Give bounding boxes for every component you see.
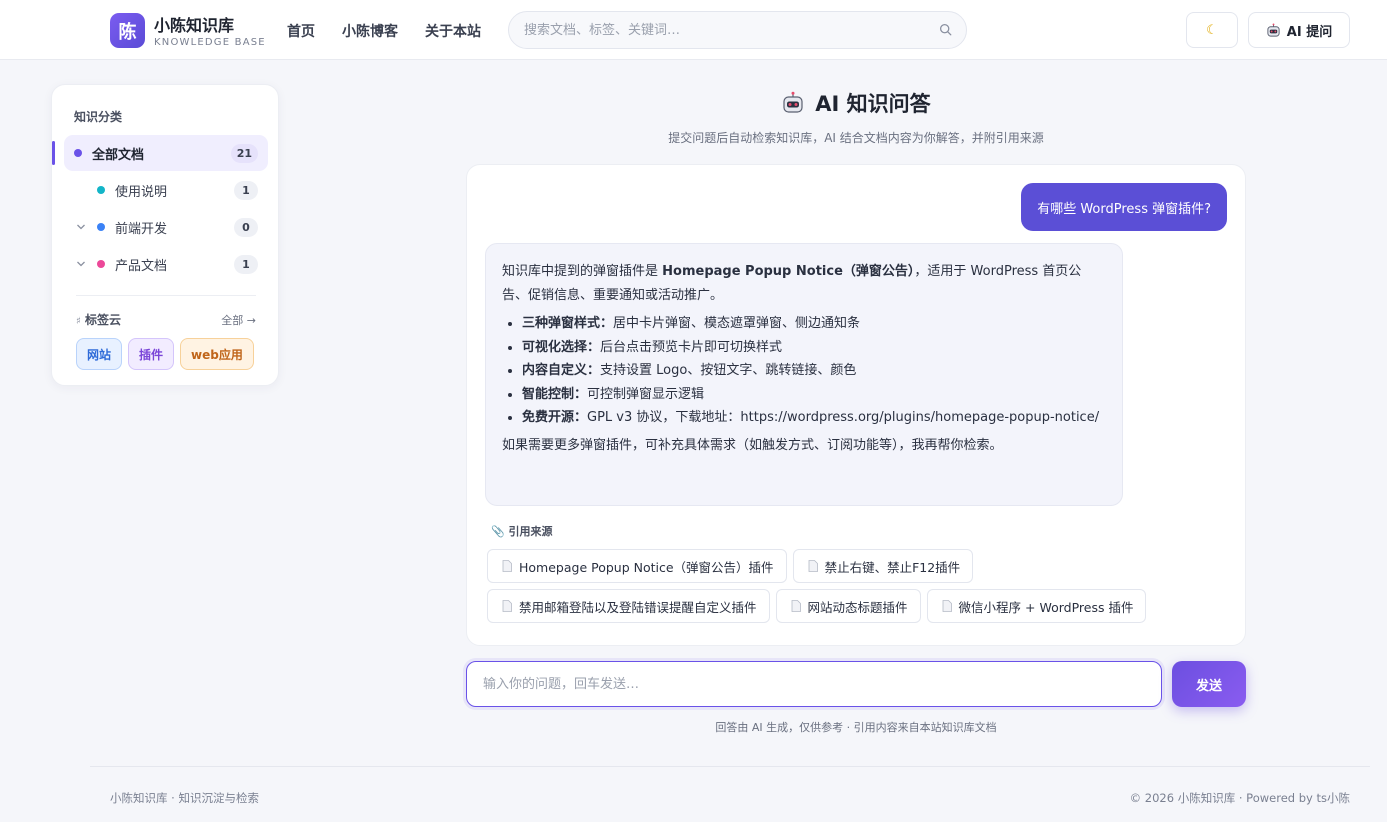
tag-cloud-label: 标签云 bbox=[85, 313, 122, 327]
category-label: 全部文档 bbox=[92, 148, 145, 163]
category-label: 使用说明 bbox=[115, 185, 168, 200]
source-chip-label: 禁止右键、禁止F12插件 bbox=[824, 559, 961, 575]
user-message-bubble: 有哪些 WordPress 弹窗插件? bbox=[1021, 183, 1227, 231]
document-icon bbox=[791, 600, 801, 612]
search-input[interactable] bbox=[508, 11, 967, 49]
search-icon[interactable] bbox=[939, 23, 952, 36]
category-dot bbox=[97, 223, 105, 231]
main-nav: 首页 小陈博客 关于本站 bbox=[287, 21, 481, 41]
footer-right-text: © 2026 小陈知识库 · Powered by ts小陈 bbox=[1129, 791, 1350, 805]
tag-plugin[interactable]: 插件 bbox=[128, 338, 175, 370]
category-dot bbox=[97, 260, 105, 268]
active-indicator bbox=[52, 141, 55, 165]
site-title[interactable]: 小陈知识库 bbox=[154, 12, 234, 36]
source-chip[interactable]: Homepage Popup Notice（弹窗公告）插件 bbox=[487, 549, 787, 583]
ai-answer-bubble: 知识库中提到的弹窗插件是 Homepage Popup Notice（弹窗公告）… bbox=[485, 243, 1123, 506]
paperclip-icon: 📎 bbox=[491, 525, 505, 538]
question-input[interactable] bbox=[466, 661, 1162, 707]
sidebar-title: 知识分类 bbox=[74, 110, 123, 124]
sources-title-label: 引用来源 bbox=[508, 525, 553, 538]
source-chip[interactable]: 禁用邮箱登陆以及登陆错误提醒自定义插件 bbox=[487, 589, 770, 623]
document-icon bbox=[502, 560, 512, 572]
robot-icon bbox=[783, 91, 803, 113]
sidebar-divider bbox=[76, 295, 256, 296]
nav-blog[interactable]: 小陈博客 bbox=[342, 21, 398, 41]
page-title: AI 知识问答 bbox=[466, 88, 1246, 118]
nav-about[interactable]: 关于本站 bbox=[425, 21, 481, 41]
source-chip-label: 微信小程序 + WordPress 插件 bbox=[958, 599, 1134, 615]
logo-badge[interactable]: 陈 bbox=[110, 13, 145, 48]
category-item-product[interactable]: 产品文档 1 bbox=[64, 246, 268, 282]
answer-bullet: 内容自定义：支持设置 Logo、按钮文字、跳转链接、颜色 bbox=[522, 359, 1106, 383]
robot-icon bbox=[1267, 22, 1280, 37]
source-chip[interactable]: 禁止右键、禁止F12插件 bbox=[792, 549, 974, 583]
tag-web-app[interactable]: web应用 bbox=[180, 338, 254, 370]
ai-ask-button[interactable]: AI 提问 bbox=[1248, 12, 1350, 48]
category-count: 21 bbox=[230, 144, 258, 163]
ai-ask-label: AI 提问 bbox=[1286, 24, 1333, 40]
tag-cloud-title: ♯ 标签云 bbox=[76, 311, 121, 328]
footer-divider bbox=[90, 766, 1370, 767]
category-count: 1 bbox=[234, 181, 258, 200]
sources-row: Homepage Popup Notice（弹窗公告）插件 禁止右键、禁止F12… bbox=[487, 549, 974, 583]
document-icon bbox=[502, 600, 512, 612]
category-sidebar: 知识分类 全部文档 21 使用说明 1 前端开发 0 产品文档 1 ♯ 标签云 … bbox=[51, 84, 279, 386]
sources-title: 📎 引用来源 bbox=[491, 523, 553, 539]
answer-intro-bold: Homepage Popup Notice（弹窗公告） bbox=[662, 264, 915, 279]
ai-disclaimer: 回答由 AI 生成，仅供参考 · 引用内容来自本站知识库文档 bbox=[715, 721, 997, 734]
category-label: 前端开发 bbox=[115, 222, 168, 237]
source-chip[interactable]: 微信小程序 + WordPress 插件 bbox=[926, 589, 1147, 623]
category-count: 1 bbox=[234, 255, 258, 274]
category-item-frontend[interactable]: 前端开发 0 bbox=[64, 209, 268, 245]
category-label: 产品文档 bbox=[115, 259, 168, 274]
category-count: 0 bbox=[234, 218, 258, 237]
moon-icon: ☾ bbox=[1206, 22, 1218, 38]
page-title-text: AI 知识问答 bbox=[815, 92, 931, 116]
top-header: 陈 小陈知识库 KNOWLEDGE BASE 首页 小陈博客 关于本站 ☾ AI… bbox=[0, 0, 1387, 60]
tag-website[interactable]: 网站 bbox=[76, 338, 123, 370]
category-dot bbox=[97, 186, 105, 194]
tag-icon: ♯ bbox=[76, 316, 81, 327]
send-button[interactable]: 发送 bbox=[1172, 661, 1246, 707]
chevron-down-icon[interactable] bbox=[76, 259, 86, 269]
answer-feature-list: 三种弹窗样式：居中卡片弹窗、模态遮罩弹窗、侧边通知条 可视化选择：后台点击预览卡… bbox=[522, 312, 1106, 430]
source-chip[interactable]: 网站动态标题插件 bbox=[775, 589, 921, 623]
answer-closing: 如果需要更多弹窗插件，可补充具体需求（如触发方式、订阅功能等），我再帮你检索。 bbox=[502, 437, 1003, 453]
answer-intro: 知识库中提到的弹窗插件是 Homepage Popup Notice（弹窗公告）… bbox=[502, 260, 1106, 308]
category-item-usage[interactable]: 使用说明 1 bbox=[64, 172, 268, 208]
page-subtitle: 提交问题后自动检索知识库，AI 结合文档内容为你解答，并附引用来源 bbox=[668, 131, 1044, 145]
source-chip-label: Homepage Popup Notice（弹窗公告）插件 bbox=[519, 559, 774, 575]
tag-cloud-all-link[interactable]: 全部 → bbox=[221, 312, 256, 328]
site-subtitle: KNOWLEDGE BASE bbox=[154, 37, 266, 48]
chat-panel: 有哪些 WordPress 弹窗插件? 知识库中提到的弹窗插件是 Homepag… bbox=[466, 164, 1246, 646]
chevron-down-icon[interactable] bbox=[76, 222, 86, 232]
answer-bullet: 免费开源：GPL v3 协议，下载地址：https://wordpress.or… bbox=[522, 406, 1106, 430]
answer-bullet: 智能控制：可控制弹窗显示逻辑 bbox=[522, 383, 1106, 407]
theme-toggle-button[interactable]: ☾ bbox=[1186, 12, 1238, 48]
sources-row: 禁用邮箱登陆以及登陆错误提醒自定义插件 网站动态标题插件 微信小程序 + Wor… bbox=[487, 589, 1147, 623]
tag-list: 网站 插件 web应用 bbox=[76, 338, 254, 370]
category-item-all[interactable]: 全部文档 21 bbox=[52, 135, 268, 171]
document-icon bbox=[808, 560, 818, 572]
source-chip-label: 禁用邮箱登陆以及登陆错误提醒自定义插件 bbox=[519, 599, 757, 615]
answer-bullet: 三种弹窗样式：居中卡片弹窗、模态遮罩弹窗、侧边通知条 bbox=[522, 312, 1106, 336]
answer-bullet: 可视化选择：后台点击预览卡片即可切换样式 bbox=[522, 336, 1106, 360]
nav-home[interactable]: 首页 bbox=[287, 21, 315, 41]
document-icon bbox=[942, 600, 952, 612]
source-chip-label: 网站动态标题插件 bbox=[807, 599, 908, 615]
category-dot bbox=[74, 149, 82, 157]
answer-intro-prefix: 知识库中提到的弹窗插件是 bbox=[502, 264, 663, 279]
footer-left-text: 小陈知识库 · 知识沉淀与检索 bbox=[110, 791, 259, 805]
